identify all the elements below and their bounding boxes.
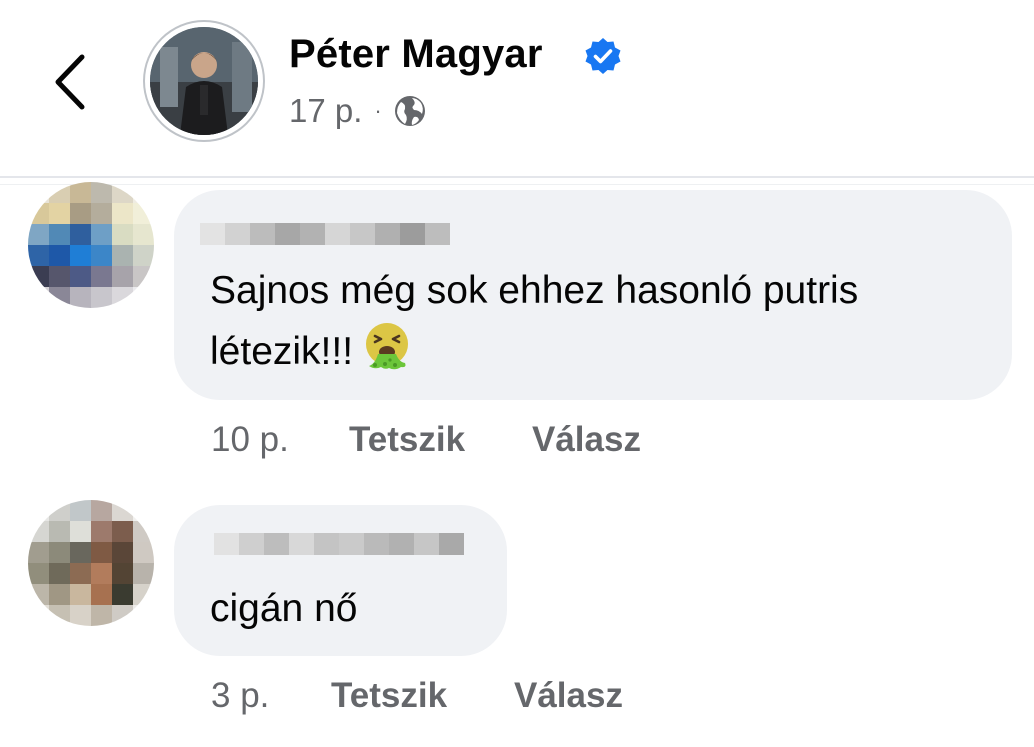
verified-badge-icon	[585, 38, 621, 74]
like-button[interactable]: Tetszik	[331, 676, 447, 716]
comment-text: Sajnos még sok ehhez hasonló putris léte…	[210, 262, 858, 381]
post-header: Péter Magyar 17 p. ·	[0, 0, 1034, 176]
post-time[interactable]: 17 p.	[289, 92, 362, 130]
comment-actions: 10 p. Tetszik Válasz	[211, 420, 711, 460]
back-button[interactable]	[50, 52, 90, 112]
comment-text: cigán nő	[210, 580, 357, 638]
comment-bubble[interactable]: cigán nő	[174, 505, 507, 656]
vomiting-face-emoji	[366, 323, 409, 370]
commenter-name-redacted	[214, 533, 464, 555]
commenter-avatar[interactable]	[28, 182, 154, 308]
reply-button[interactable]: Válasz	[532, 420, 641, 460]
reply-button[interactable]: Válasz	[514, 676, 623, 716]
comment-text-line: Sajnos még sok ehhez hasonló putris	[210, 269, 859, 312]
chevron-left-icon	[55, 54, 85, 110]
header-divider-shadow	[0, 184, 1034, 185]
author-name[interactable]: Péter Magyar	[289, 32, 543, 77]
comment-actions: 3 p. Tetszik Válasz	[211, 676, 711, 716]
comment-time[interactable]: 3 p.	[211, 676, 269, 715]
header-divider	[0, 176, 1034, 178]
author-photo	[150, 27, 258, 135]
author-avatar[interactable]	[143, 20, 265, 142]
comment-text-line: létezik!!!	[210, 320, 858, 381]
comment-time[interactable]: 10 p.	[211, 420, 289, 459]
like-button[interactable]: Tetszik	[349, 420, 465, 460]
meta-separator: ·	[374, 98, 382, 123]
globe-icon	[394, 96, 425, 126]
comment-text-line: cigán nő	[210, 587, 358, 630]
commenter-name-redacted	[200, 223, 450, 245]
comment-bubble[interactable]: Sajnos még sok ehhez hasonló putris léte…	[174, 190, 1012, 400]
commenter-avatar[interactable]	[28, 500, 154, 626]
post-meta: 17 p. ·	[289, 92, 428, 130]
